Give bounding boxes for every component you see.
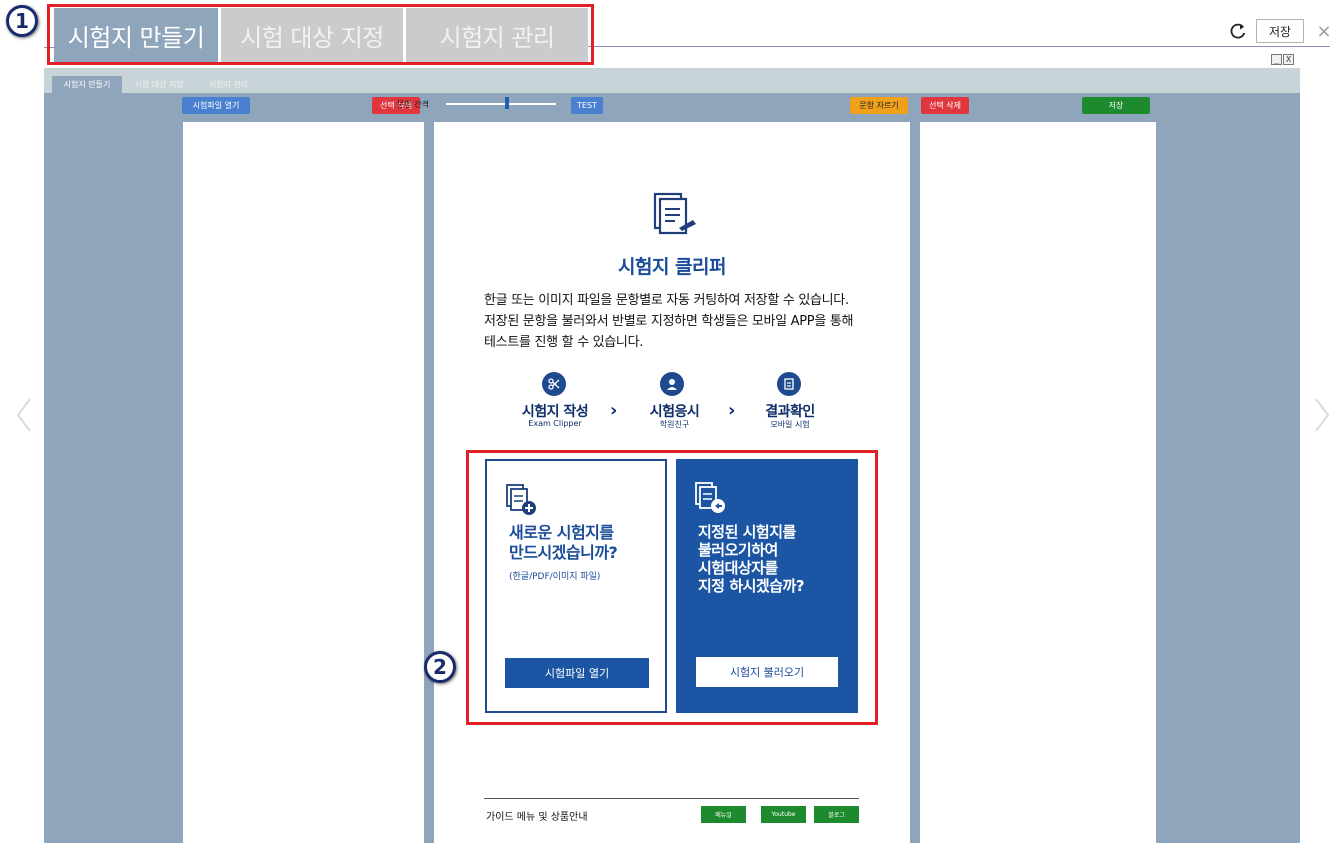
test-button[interactable]: TEST [571,97,603,114]
document-clipper-icon [653,192,696,235]
annotation-box-2 [466,450,878,725]
step-arrow-icon: › [610,400,618,421]
annotation-box-1 [47,4,594,65]
step-sub-create: Exam Clipper [528,419,582,428]
intro-text: 한글 또는 이미지 파일을 문항별로 자동 커팅하여 저장할 수 있습니다. 저… [484,290,884,353]
blog-button[interactable]: 블로그 [814,806,859,823]
scissors-icon [542,372,566,396]
subtab-manage-exam[interactable]: 시험지 관리 [196,76,261,93]
spacing-slider-track[interactable] [446,103,556,105]
header-divider [588,46,1330,47]
student-icon [660,372,684,396]
minimize-button[interactable]: _ [1271,54,1282,65]
spacing-slider-thumb[interactable] [504,97,509,109]
step-title-take: 시험응시 [649,404,700,420]
intro-line: 한글 또는 이미지 파일을 문항별로 자동 커팅하여 저장할 수 있습니다. [484,293,849,308]
step-arrow-icon: › [728,400,736,421]
step-sub-result: 모바일 시험 [770,420,810,429]
close-window-button[interactable]: X [1283,54,1294,65]
step-sub-take: 학원친구 [659,420,690,429]
manual-button[interactable]: 매뉴얼 [701,806,746,823]
guide-label: 가이드 메뉴 및 상품안내 [486,812,588,823]
step-title-result: 결과확인 [765,404,815,420]
window-controls: _ X [1271,54,1294,65]
youtube-button[interactable]: Youtube [761,806,806,823]
save-button[interactable]: 저장 [1256,19,1304,43]
sub-tab-bar: 시험지 만들기 시험 대상 지정 시험지 관리 [44,68,1300,93]
subtab-create-exam[interactable]: 시험지 만들기 [52,76,122,93]
save-items-button[interactable]: 저장 [1082,97,1150,114]
guide-divider [484,798,859,799]
result-doc-icon [777,372,801,396]
close-icon[interactable]: × [1314,19,1334,43]
left-panel [183,122,424,843]
open-exam-file-button[interactable]: 시험파일 열기 [182,97,250,114]
chevron-left-icon[interactable] [12,395,36,435]
cut-items-button[interactable]: 문항 자르기 [850,97,908,114]
clipper-title: 시험지 클리퍼 [618,256,727,278]
chevron-right-icon[interactable] [1310,395,1334,435]
intro-line: 저장된 문항을 불러와서 반별로 지정하면 학생들은 모바일 APP을 통해 [484,314,854,329]
app-window: 시험지 만들기 시험 대상 지정 시험지 관리 저장 × _ X 시험지 만들기… [0,0,1343,843]
subtab-assign-target[interactable]: 시험 대상 지정 [124,76,194,93]
annotation-badge-1: 1 [6,5,38,37]
annotation-badge-2: 2 [424,651,456,683]
item-spacing-label: 문항 간격 [397,100,429,109]
intro-line: 테스트를 진행 할 수 있습니다. [484,335,644,350]
right-panel [920,122,1156,843]
step-title-create: 시험지 작성 [521,404,589,420]
refresh-icon[interactable] [1229,22,1247,40]
delete-selected-right-button[interactable]: 선택 삭제 [921,97,969,114]
